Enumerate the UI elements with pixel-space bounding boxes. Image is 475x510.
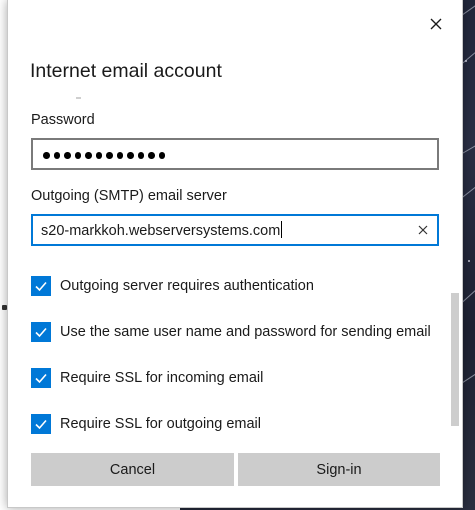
password-dot xyxy=(127,152,134,159)
checkbox-checked-icon[interactable] xyxy=(31,414,51,434)
password-dot xyxy=(116,152,123,159)
clear-x-icon[interactable] xyxy=(417,224,429,236)
password-dot xyxy=(106,152,113,159)
scrollbar[interactable] xyxy=(450,0,460,508)
checkmark-icon xyxy=(35,373,47,384)
checkbox-label: Outgoing server requires authentication xyxy=(60,278,314,294)
checkbox-ssl-outgoing[interactable]: Require SSL for outgoing email xyxy=(31,414,261,434)
password-mask xyxy=(43,147,165,159)
checkbox-ssl-incoming[interactable]: Require SSL for incoming email xyxy=(31,368,263,388)
password-dot xyxy=(137,152,144,159)
smtp-server-value: s20-markkoh.webserversystems.com xyxy=(41,223,281,239)
password-dot xyxy=(158,152,165,159)
dialog-title: Internet email account xyxy=(30,60,222,82)
smtp-server-label: Outgoing (SMTP) email server xyxy=(31,188,227,204)
cancel-button[interactable]: Cancel xyxy=(31,453,234,486)
password-dot xyxy=(148,152,155,159)
password-dot xyxy=(74,152,81,159)
scrollbar-thumb[interactable] xyxy=(451,293,459,426)
password-dot xyxy=(64,152,71,159)
checkbox-label: Require SSL for incoming email xyxy=(60,370,264,386)
checkbox-outgoing-auth[interactable]: Outgoing server requires authentication xyxy=(31,276,314,296)
checkmark-icon xyxy=(35,327,47,338)
decorative-divider xyxy=(76,97,81,99)
close-icon xyxy=(430,18,442,30)
password-label: Password xyxy=(31,112,95,128)
smtp-server-input[interactable]: s20-markkoh.webserversystems.com xyxy=(31,214,439,246)
checkbox-label: Require SSL for outgoing email xyxy=(60,416,261,432)
checkbox-label: Use the same user name and password for … xyxy=(60,324,431,340)
password-field[interactable] xyxy=(31,138,439,170)
checkmark-icon xyxy=(35,419,47,430)
password-dot xyxy=(53,152,60,159)
password-dot xyxy=(95,152,102,159)
checkbox-checked-icon[interactable] xyxy=(31,368,51,388)
text-caret xyxy=(281,221,283,238)
smtp-server-value-wrap: s20-markkoh.webserversystems.com xyxy=(41,221,283,239)
sign-in-button[interactable]: Sign-in xyxy=(238,453,440,486)
password-dot xyxy=(43,152,50,159)
checkbox-same-credentials[interactable]: Use the same user name and password for … xyxy=(31,322,431,342)
close-button[interactable] xyxy=(424,12,448,36)
password-dot xyxy=(85,152,92,159)
email-account-dialog: Internet email account Password Outgoing… xyxy=(7,0,463,508)
checkbox-checked-icon[interactable] xyxy=(31,322,51,342)
checkbox-checked-icon[interactable] xyxy=(31,276,51,296)
checkmark-icon xyxy=(35,281,47,292)
